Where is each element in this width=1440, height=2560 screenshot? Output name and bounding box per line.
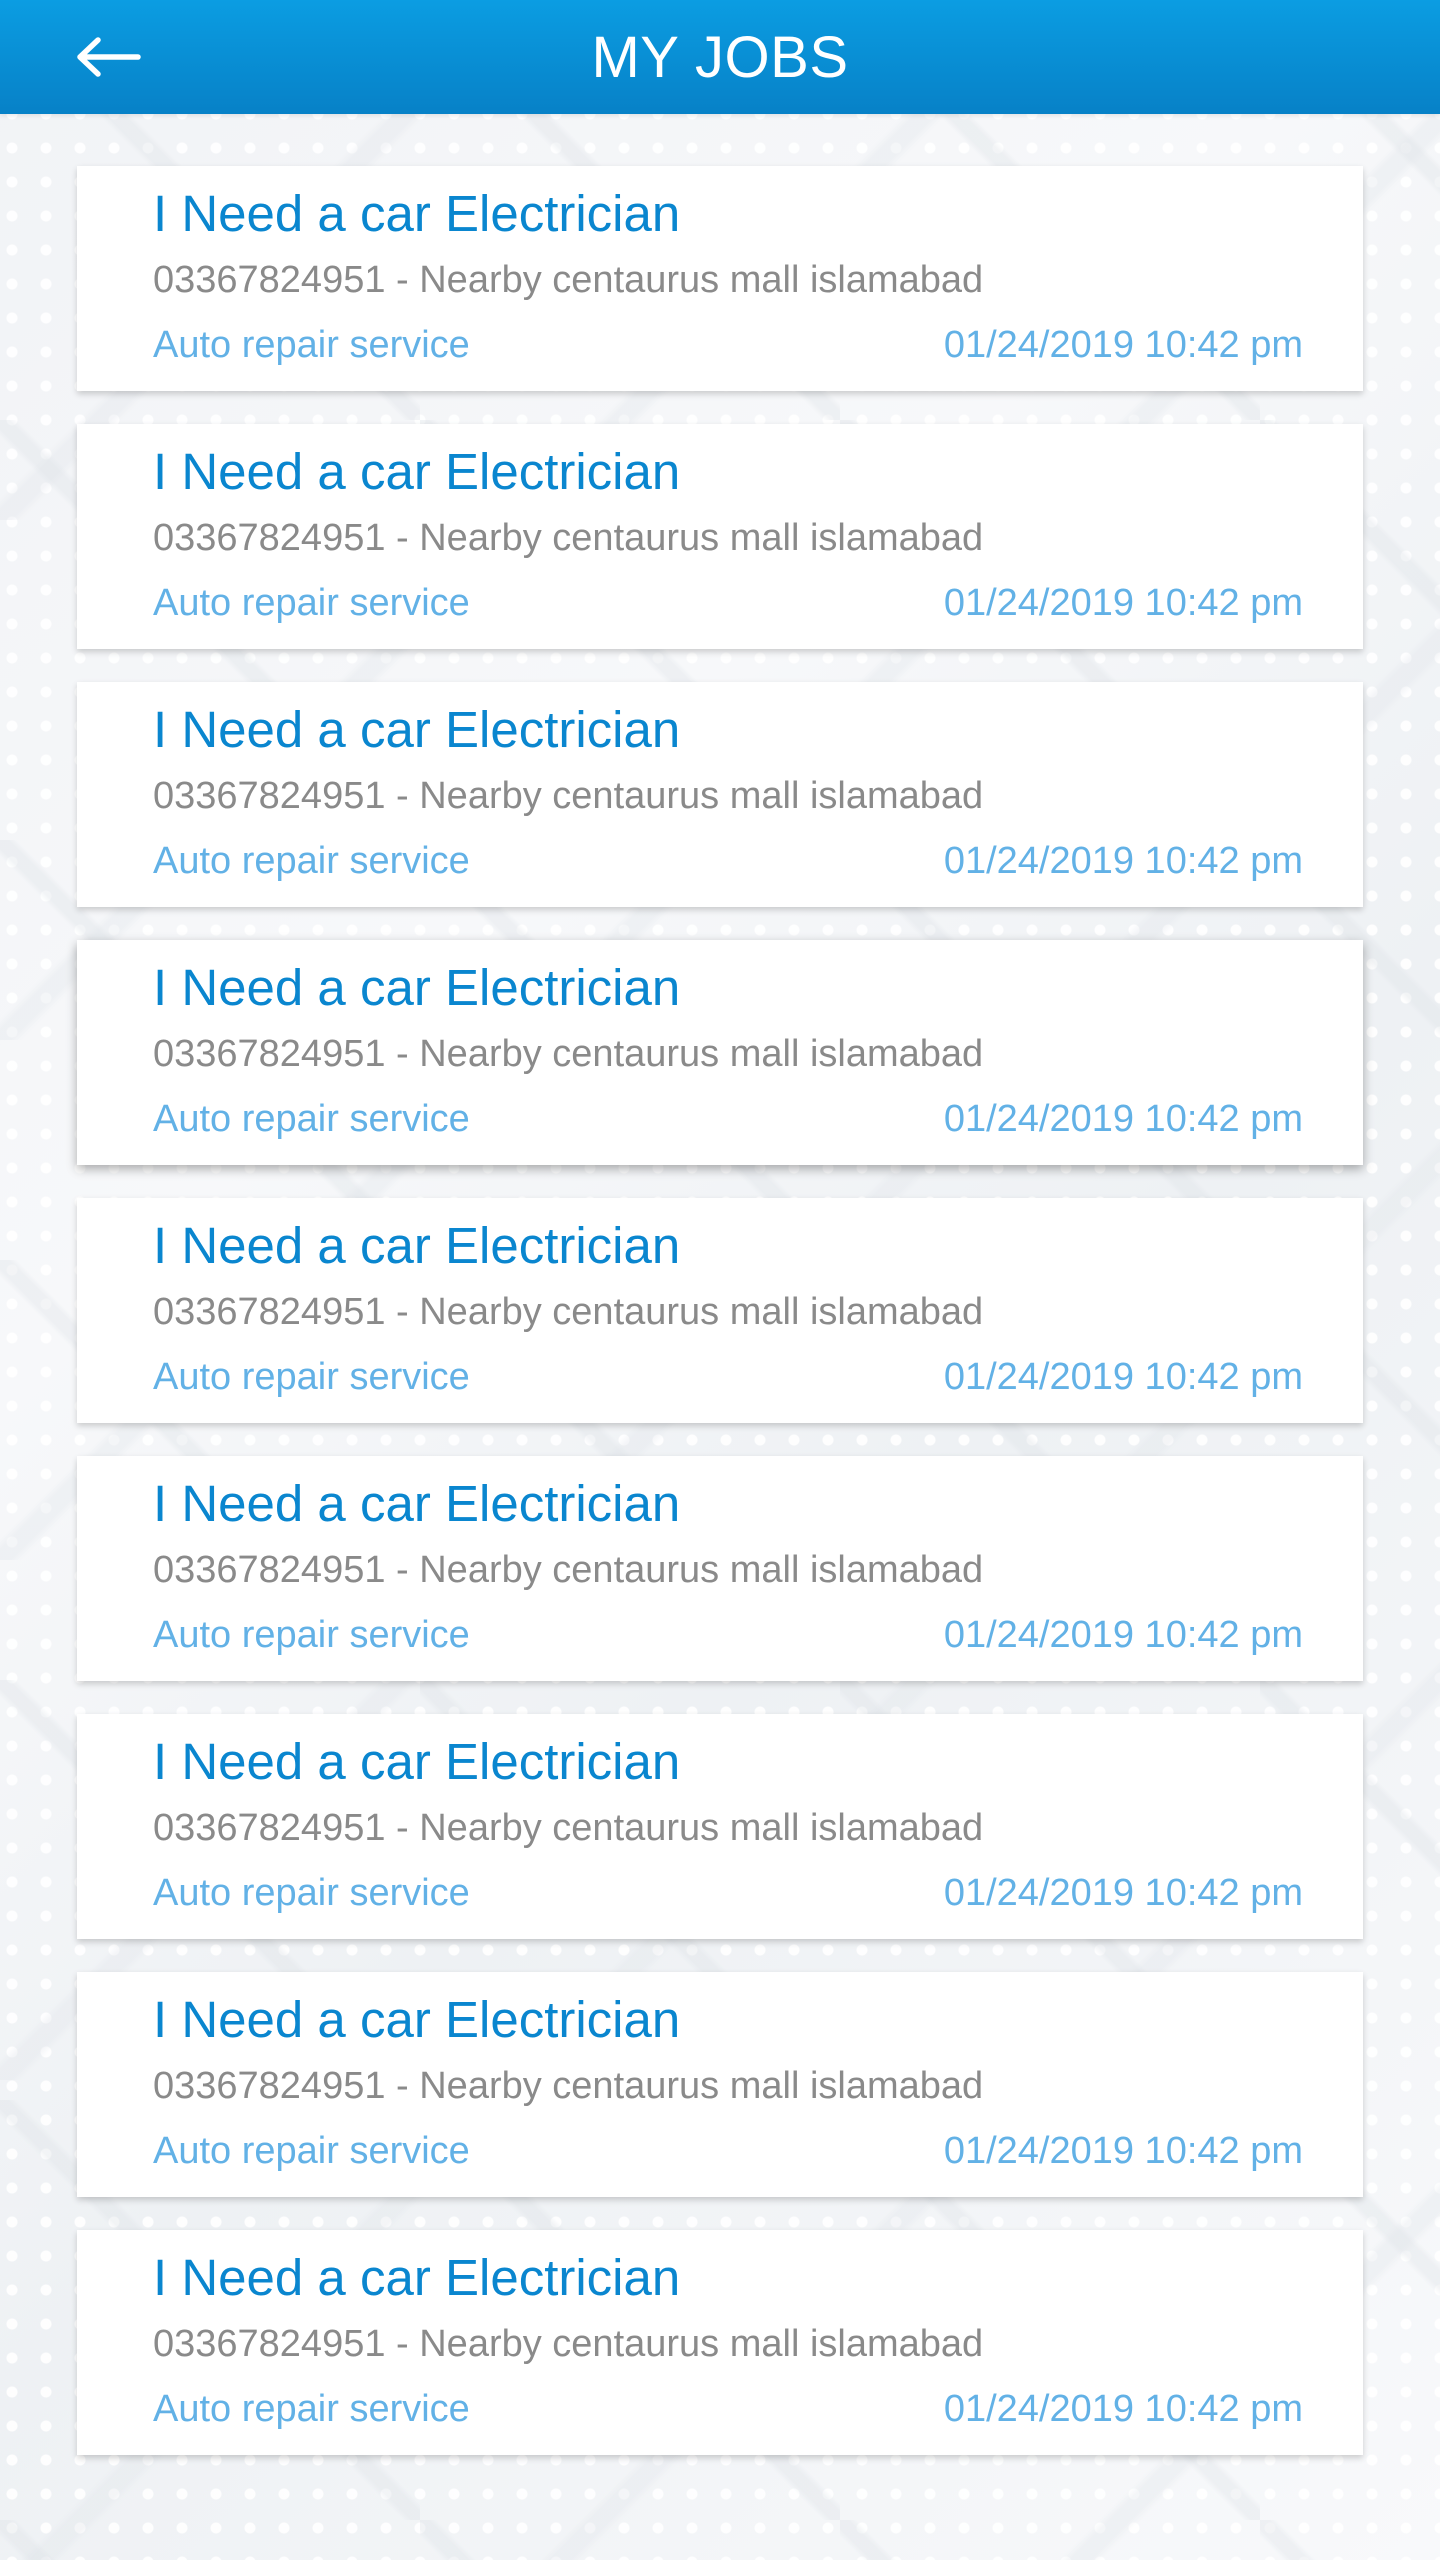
job-details: 03367824951 - Nearby centaurus mall isla…	[153, 2323, 984, 2365]
job-card[interactable]: I Need a car Electrician 03367824951 - N…	[77, 682, 1363, 907]
job-details: 03367824951 - Nearby centaurus mall isla…	[153, 775, 984, 817]
job-service: Auto repair service	[153, 1098, 470, 1140]
job-datetime: 01/24/2019 10:42 pm	[943, 582, 1303, 624]
job-details: 03367824951 - Nearby centaurus mall isla…	[153, 1807, 984, 1849]
job-title: I Need a car Electrician	[153, 1217, 681, 1274]
job-title: I Need a car Electrician	[153, 1991, 681, 2048]
job-datetime: 01/24/2019 10:42 pm	[943, 1098, 1303, 1140]
job-service: Auto repair service	[153, 840, 470, 882]
job-service: Auto repair service	[153, 1356, 470, 1398]
job-title: I Need a car Electrician	[153, 1475, 681, 1532]
job-title: I Need a car Electrician	[153, 2249, 681, 2306]
job-details: 03367824951 - Nearby centaurus mall isla…	[153, 1549, 984, 1591]
job-card[interactable]: I Need a car Electrician 03367824951 - N…	[77, 940, 1363, 1165]
job-card[interactable]: I Need a car Electrician 03367824951 - N…	[77, 166, 1363, 391]
job-service: Auto repair service	[153, 324, 470, 366]
job-details: 03367824951 - Nearby centaurus mall isla…	[153, 1291, 984, 1333]
job-datetime: 01/24/2019 10:42 pm	[943, 1614, 1303, 1656]
job-service: Auto repair service	[153, 2130, 470, 2172]
app-bar: MY JOBS	[0, 0, 1440, 114]
job-details: 03367824951 - Nearby centaurus mall isla…	[153, 517, 984, 559]
job-title: I Need a car Electrician	[153, 701, 681, 758]
job-details: 03367824951 - Nearby centaurus mall isla…	[153, 1033, 984, 1075]
job-service: Auto repair service	[153, 582, 470, 624]
job-card[interactable]: I Need a car Electrician 03367824951 - N…	[77, 1972, 1363, 2197]
job-card[interactable]: I Need a car Electrician 03367824951 - N…	[77, 2230, 1363, 2455]
job-service: Auto repair service	[153, 2388, 470, 2430]
back-button[interactable]	[58, 22, 158, 92]
job-title: I Need a car Electrician	[153, 1733, 681, 1790]
job-datetime: 01/24/2019 10:42 pm	[943, 2388, 1303, 2430]
job-title: I Need a car Electrician	[153, 185, 681, 242]
job-card[interactable]: I Need a car Electrician 03367824951 - N…	[77, 1456, 1363, 1681]
arrow-left-icon	[77, 37, 141, 77]
job-details: 03367824951 - Nearby centaurus mall isla…	[153, 259, 984, 301]
job-details: 03367824951 - Nearby centaurus mall isla…	[153, 2065, 984, 2107]
job-datetime: 01/24/2019 10:42 pm	[943, 840, 1303, 882]
job-card[interactable]: I Need a car Electrician 03367824951 - N…	[77, 424, 1363, 649]
job-card[interactable]: I Need a car Electrician 03367824951 - N…	[77, 1198, 1363, 1423]
job-service: Auto repair service	[153, 1872, 470, 1914]
job-datetime: 01/24/2019 10:42 pm	[943, 1872, 1303, 1914]
job-datetime: 01/24/2019 10:42 pm	[943, 1356, 1303, 1398]
job-title: I Need a car Electrician	[153, 443, 681, 500]
job-datetime: 01/24/2019 10:42 pm	[943, 324, 1303, 366]
job-service: Auto repair service	[153, 1614, 470, 1656]
job-title: I Need a car Electrician	[153, 959, 681, 1016]
page-title: MY JOBS	[591, 24, 849, 90]
job-card[interactable]: I Need a car Electrician 03367824951 - N…	[77, 1714, 1363, 1939]
job-datetime: 01/24/2019 10:42 pm	[943, 2130, 1303, 2172]
jobs-list: I Need a car Electrician 03367824951 - N…	[77, 166, 1363, 2488]
